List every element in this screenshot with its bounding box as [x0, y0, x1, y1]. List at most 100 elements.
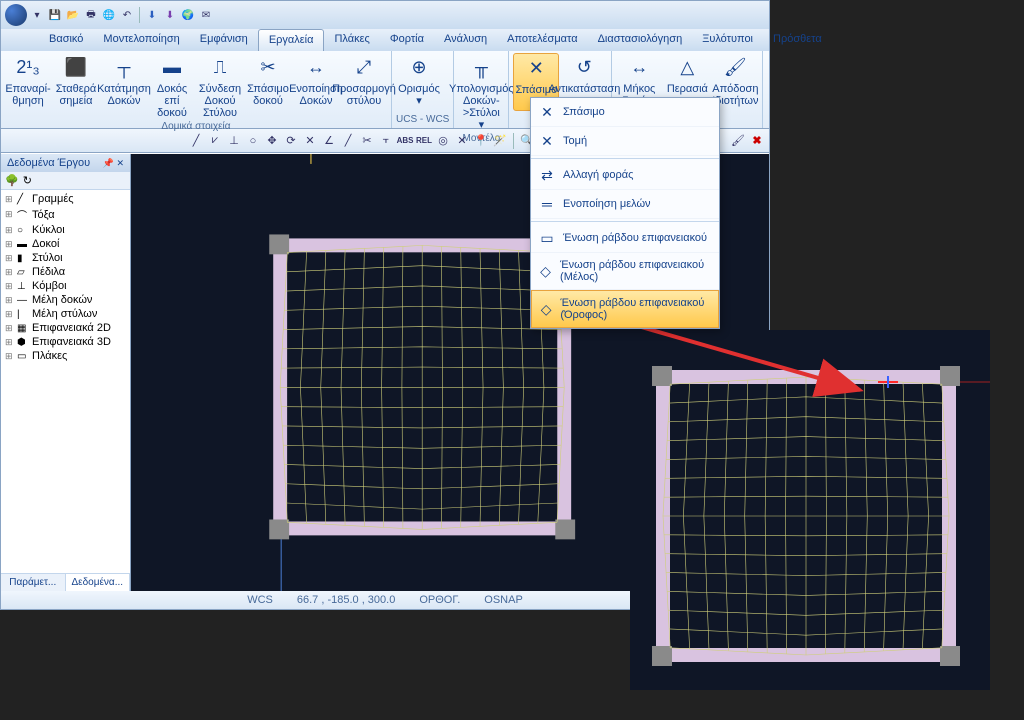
ts-wand-icon[interactable]: 🪄 — [492, 133, 508, 149]
tree-item-9[interactable]: ⊞▦Επιφανειακά 2D — [1, 321, 130, 335]
tree-item-0[interactable]: ⊞╱Γραμμές — [1, 192, 130, 206]
ts-snap-icon[interactable]: ✕ — [302, 133, 318, 149]
tree-item-3[interactable]: ⊞▬Δοκοί — [1, 237, 130, 251]
tab-7[interactable]: Αποτελέσματα — [497, 29, 587, 51]
tab-10[interactable]: Πρόσθετα — [763, 29, 832, 51]
dd-join-surface[interactable]: ▭Ένωση ράβδου επιφανειακού — [531, 224, 719, 253]
ts-brush-icon[interactable]: 🖌 — [730, 133, 746, 149]
expand-icon[interactable]: ⊞ — [5, 239, 14, 250]
qat-globe-icon[interactable]: 🌐 — [101, 7, 117, 23]
expand-icon[interactable]: ⊞ — [5, 337, 14, 348]
calc-beams-cols-button[interactable]: ╥Υπολογισμός Δοκών->Στύλοι ▾ — [458, 53, 504, 133]
qat-mail-icon[interactable]: ✉ — [198, 7, 214, 23]
expand-icon[interactable]: ⊞ — [5, 267, 14, 278]
qat-down2-icon[interactable]: ⬇ — [162, 7, 178, 23]
ribbon-tabs: ΒασικόΜοντελοποίησηΕμφάνισηΕργαλείαΠλάκε… — [1, 29, 769, 51]
beam-split-button[interactable]: ┬Κατάτμηση Δοκών — [101, 53, 147, 109]
tab-9[interactable]: Ξυλότυποι — [692, 29, 763, 51]
expand-icon[interactable]: ⊞ — [5, 351, 14, 362]
tree-icon: | — [17, 309, 29, 320]
trim-button[interactable]: △Περασιά — [664, 53, 710, 97]
dd-break[interactable]: ✕Σπάσιμο — [531, 98, 719, 127]
tree-item-2[interactable]: ⊞○Κύκλοι — [1, 223, 130, 237]
ts-rel-icon[interactable]: REL — [416, 133, 432, 149]
ts-perp-icon[interactable]: ⊥ — [226, 133, 242, 149]
sidebar-pin-icon[interactable]: 📌 ✕ — [103, 158, 124, 169]
break-dropdown[interactable]: ✕Σπάσιμο✕Τομή ⇄Αλλαγή φοράς═Ενοποίηση μελ… — [530, 97, 720, 329]
column-beam-conn-button[interactable]: ⎍Σύνδεση Δοκού Στύλου — [197, 53, 243, 121]
tree-item-1[interactable]: ⊞⌒Τόξα — [1, 206, 130, 223]
qat-save-icon[interactable]: 💾 — [47, 7, 63, 23]
expand-icon[interactable]: ⊞ — [5, 309, 14, 320]
ts-angle-icon[interactable]: ∠ — [321, 133, 337, 149]
ts-polyline-icon[interactable]: ⩗ — [207, 133, 223, 149]
status-wcs: WCS — [247, 594, 273, 606]
ts-join-icon[interactable]: ⫟ — [378, 133, 394, 149]
beam-break-button[interactable]: ✂Σπάσιμο δοκού — [245, 53, 291, 109]
tab-1[interactable]: Μοντελοποίηση — [93, 29, 189, 51]
tree-item-10[interactable]: ⊞⬢Επιφανειακά 3D — [1, 335, 130, 349]
dd-join-surface-member[interactable]: ◇Ένωση ράβδου επιφανειακού (Μέλος) — [531, 253, 719, 290]
ts-target-icon[interactable]: ◎ — [435, 133, 451, 149]
qat-undo-icon[interactable]: ↶ — [119, 7, 135, 23]
qat-world-icon[interactable]: 🌍 — [180, 7, 196, 23]
sidebar-tree-icon[interactable]: 🌳 — [5, 174, 19, 187]
expand-icon[interactable]: ⊞ — [5, 281, 14, 292]
restore-button[interactable]: ↺Αντικατάσταση — [561, 53, 607, 97]
status-ortho[interactable]: ΟΡΘΟΓ. — [419, 594, 460, 606]
tab-2[interactable]: Εμφάνιση — [190, 29, 258, 51]
sidebar-tab-params[interactable]: Παράμετ... — [1, 574, 66, 591]
ucs-define-icon: ⊕ — [406, 55, 432, 81]
ts-move-icon[interactable]: ✥ — [264, 133, 280, 149]
app-icon[interactable] — [5, 4, 27, 26]
beam-on-beam-button[interactable]: ▬Δοκός επί δοκού — [149, 53, 195, 121]
tab-8[interactable]: Διαστασιολόγηση — [588, 29, 693, 51]
project-tree[interactable]: ⊞╱Γραμμές⊞⌒Τόξα⊞○Κύκλοι⊞▬Δοκοί⊞▮Στύλοι⊞▱… — [1, 190, 130, 573]
dd-join-surface-floor-icon: ◇ — [540, 301, 552, 317]
tab-0[interactable]: Βασικό — [39, 29, 93, 51]
tree-item-11[interactable]: ⊞▭Πλάκες — [1, 349, 130, 363]
ts-circle-icon[interactable]: ○ — [245, 133, 261, 149]
expand-icon[interactable]: ⊞ — [5, 194, 14, 205]
status-osnap[interactable]: OSNAP — [484, 594, 523, 606]
tab-3[interactable]: Εργαλεία — [258, 29, 325, 51]
ts-cut2-icon[interactable]: ✕ — [454, 133, 470, 149]
ts-line-icon[interactable]: ╱ — [188, 133, 204, 149]
ts-slash-icon[interactable]: ╱ — [340, 133, 356, 149]
expand-icon[interactable]: ⊞ — [5, 295, 14, 306]
dd-reverse[interactable]: ⇄Αλλαγή φοράς — [531, 161, 719, 190]
column-adapt-button[interactable]: ⤢Προσαρμογή στύλου — [341, 53, 387, 109]
sidebar-refresh-icon[interactable]: ↻ — [23, 174, 32, 187]
ucs-define-button[interactable]: ⊕Ορισμός ▾ — [396, 53, 442, 109]
qat-new-icon[interactable]: ▾ — [29, 7, 45, 23]
ts-close-icon[interactable]: ✖ — [749, 133, 765, 149]
sidebar-tab-data[interactable]: Δεδομένα... — [66, 574, 131, 591]
qat-down1-icon[interactable]: ⬇ — [144, 7, 160, 23]
qat-open-icon[interactable]: 📂 — [65, 7, 81, 23]
tree-item-7[interactable]: ⊞—Μέλη δοκών — [1, 293, 130, 307]
tab-6[interactable]: Ανάλυση — [434, 29, 497, 51]
expand-icon[interactable]: ⊞ — [5, 225, 14, 236]
tree-item-5[interactable]: ⊞▱Πέδιλα — [1, 265, 130, 279]
tree-item-6[interactable]: ⊞⊥Κόμβοι — [1, 279, 130, 293]
renumber-button[interactable]: 2¹₃Επαναρί- θμηση — [5, 53, 51, 109]
tab-5[interactable]: Φορτία — [380, 29, 434, 51]
expand-icon[interactable]: ⊞ — [5, 323, 14, 334]
ts-break-icon[interactable]: ✂ — [359, 133, 375, 149]
dd-cut[interactable]: ✕Τομή — [531, 127, 719, 156]
group-label: Δομικά στοιχεία — [5, 121, 387, 133]
qat-print-icon[interactable]: 🖶 — [83, 7, 99, 23]
tree-item-8[interactable]: ⊞|Μέλη στύλων — [1, 307, 130, 321]
dd-join-surface-icon: ▭ — [539, 230, 555, 246]
ts-rotate-icon[interactable]: ⟳ — [283, 133, 299, 149]
ts-abs-icon[interactable]: ABS — [397, 133, 413, 149]
expand-icon[interactable]: ⊞ — [5, 209, 14, 220]
tree-item-4[interactable]: ⊞▮Στύλοι — [1, 251, 130, 265]
ts-pin-icon[interactable]: 📍 — [473, 133, 489, 149]
dd-join-surface-floor[interactable]: ◇Ένωση ράβδου επιφανειακού (Όροφος) — [531, 290, 719, 328]
fixed-points-button[interactable]: ⬛Σταθερά σημεία — [53, 53, 99, 109]
dd-unify-members[interactable]: ═Ενοποίηση μελών — [531, 190, 719, 219]
titlebar: ▾ 💾 📂 🖶 🌐 ↶ ⬇ ⬇ 🌍 ✉ — [1, 1, 769, 29]
expand-icon[interactable]: ⊞ — [5, 253, 14, 264]
tab-4[interactable]: Πλάκες — [324, 29, 379, 51]
